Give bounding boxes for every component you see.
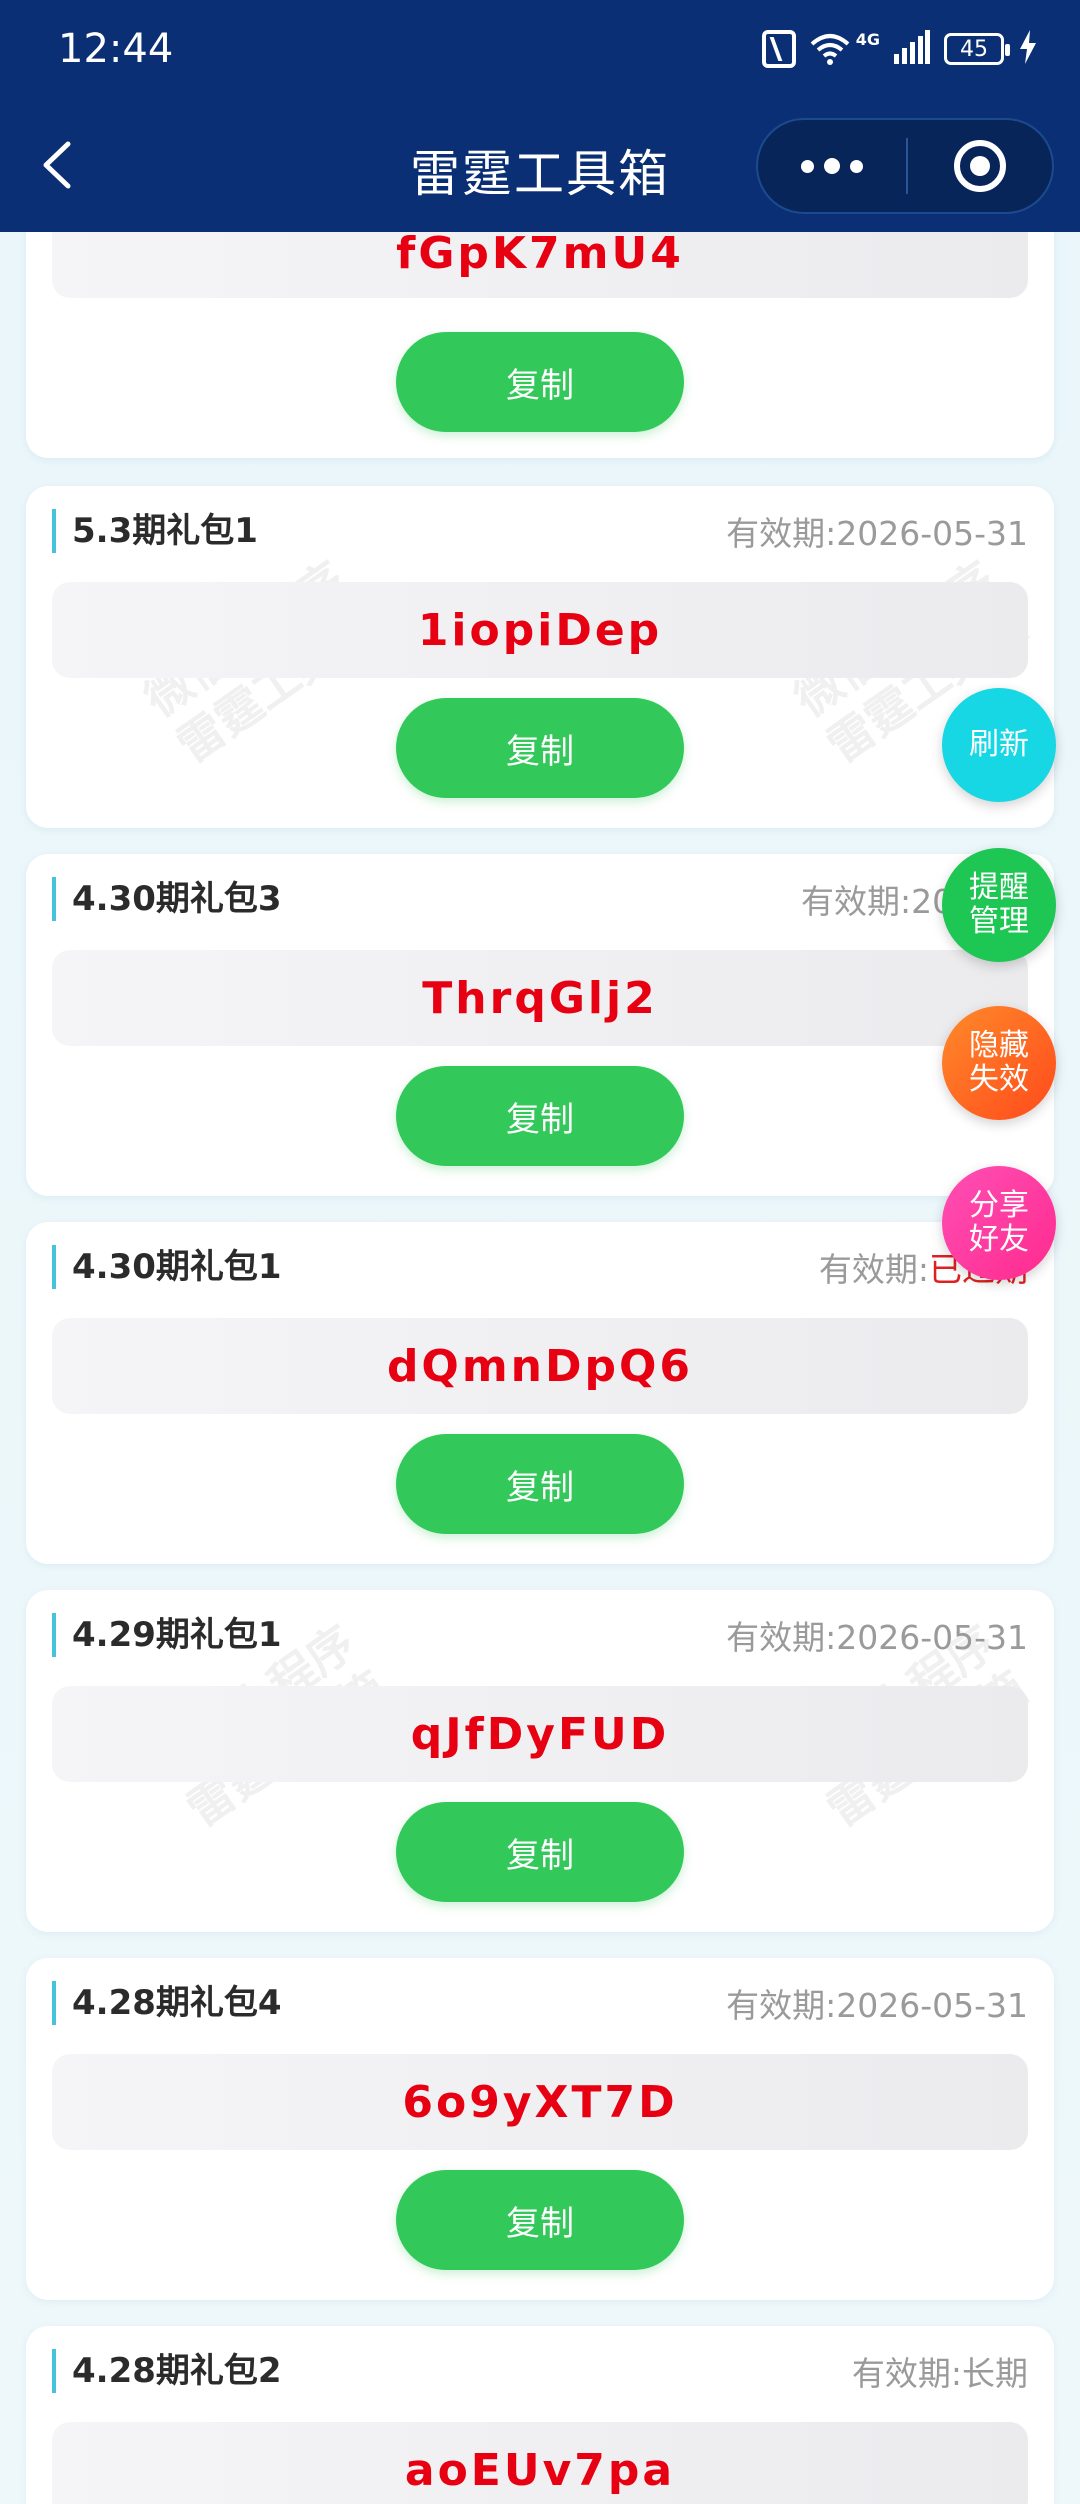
- card-title: 4.30期礼包1: [52, 1245, 282, 1289]
- expiry-date: 有效期:2026-05-31: [726, 1618, 1028, 1657]
- status-time: 12:44: [58, 26, 174, 72]
- more-icon[interactable]: [758, 120, 906, 212]
- copy-button[interactable]: 复制: [396, 2170, 684, 2270]
- expiry-date: 有效期:2026-05-31: [726, 1986, 1028, 2025]
- card-header: 5.3期礼包1 有效期:2026-05-31: [52, 504, 1028, 558]
- copy-button[interactable]: 复制: [396, 332, 684, 432]
- gift-code: ThrqGlj2: [52, 950, 1028, 1046]
- charging-icon: [1018, 30, 1038, 68]
- card-header: 4.28期礼包4 有效期:2026-05-31: [52, 1976, 1028, 2030]
- gift-code: dQmnDpQ6: [52, 1318, 1028, 1414]
- battery-level: 45: [960, 36, 988, 62]
- gift-card: 4.28期礼包4 有效期:2026-05-31 6o9yXT7D 复制: [26, 1958, 1054, 2300]
- mini-program-capsule: [756, 118, 1054, 214]
- network-label: 4G: [855, 29, 880, 49]
- gift-code: 6o9yXT7D: [52, 2054, 1028, 2150]
- copy-button[interactable]: 复制: [396, 1802, 684, 1902]
- card-title: 4.29期礼包1: [52, 1613, 282, 1657]
- remind-manage-label: 提醒管理: [969, 870, 1029, 939]
- gift-card: 4.30期礼包3 有效期:2026-0 ThrqGlj2 复制: [26, 854, 1054, 1196]
- share-friends-label: 分享好友: [969, 1188, 1029, 1257]
- signal-icon: [894, 30, 930, 68]
- expiry-date: 有效期:2026-05-31: [726, 514, 1028, 553]
- copy-button[interactable]: 复制: [396, 1066, 684, 1166]
- gift-card: 微信小程序雷霆工具箱 微信小程序雷霆工具箱 5.3期礼包1 有效期:2026-0…: [26, 486, 1054, 828]
- card-title: 4.30期礼包3: [52, 877, 282, 921]
- nfc-icon: [761, 30, 796, 68]
- wifi-icon: [810, 32, 850, 66]
- gift-card: 微信小程序雷霆工具箱 微信小程序雷霆工具箱 4.29期礼包1 有效期:2026-…: [26, 1590, 1054, 1932]
- status-icons: 4G 45: [761, 29, 1038, 68]
- hide-expired-button[interactable]: 隐藏失效: [942, 1006, 1056, 1120]
- hide-expired-label: 隐藏失效: [969, 1028, 1029, 1097]
- share-friends-button[interactable]: 分享好友: [942, 1166, 1056, 1280]
- card-title: 5.3期礼包1: [52, 509, 258, 553]
- card-header: 4.30期礼包3 有效期:2026-0: [52, 872, 1028, 926]
- top-bar: 12:44 4G 45 雷霆工具箱: [0, 0, 1080, 232]
- card-title: 4.28期礼包2: [52, 2349, 282, 2393]
- refresh-button[interactable]: 刷新: [942, 688, 1056, 802]
- battery-icon: 45: [944, 33, 1010, 65]
- gift-card: 4.28期礼包2 有效期:长期 aoEUv7pa: [26, 2326, 1054, 2504]
- copy-button[interactable]: 复制: [396, 1434, 684, 1534]
- gift-code: 1iopiDep: [52, 582, 1028, 678]
- gift-card: 4.30期礼包1 有效期:已过期 dQmnDpQ6 复制: [26, 1222, 1054, 1564]
- remind-manage-button[interactable]: 提醒管理: [942, 848, 1056, 962]
- close-mini-program-button[interactable]: [908, 140, 1052, 192]
- card-header: 4.30期礼包1 有效期:已过期: [52, 1240, 1028, 1294]
- page: 12:44 4G 45 雷霆工具箱 fGpK7mU4 复制 雷霆工具箱 雷霆工具…: [0, 0, 1080, 2504]
- target-icon: [954, 140, 1006, 192]
- card-header: 4.28期礼包2 有效期:长期: [52, 2344, 1028, 2398]
- copy-button[interactable]: 复制: [396, 698, 684, 798]
- gift-code: aoEUv7pa: [52, 2422, 1028, 2504]
- expiry-date: 有效期:长期: [851, 2354, 1028, 2393]
- gift-code: qJfDyFUD: [52, 1686, 1028, 1782]
- card-title: 4.28期礼包4: [52, 1981, 282, 2025]
- card-header: 4.29期礼包1 有效期:2026-05-31: [52, 1608, 1028, 1662]
